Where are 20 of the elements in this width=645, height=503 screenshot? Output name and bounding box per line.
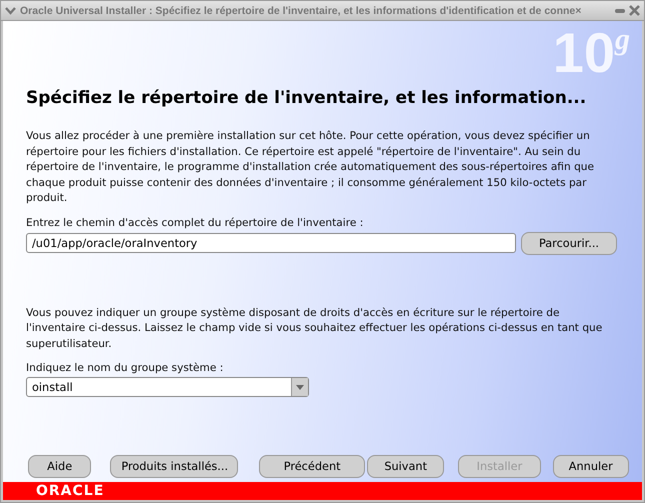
group-note: Vous pouvez indiquer un groupe système disposant de droits d'accès en écriture sur le répertoire de l'inventaire ci-dessus. Laissez le champ vide si vous souhaitez effectuer les opérations ci-dessus en tant que superutilisateur. <box>26 306 604 352</box>
brand-logo: ORACLE <box>36 484 104 498</box>
page-heading: Spécifiez le répertoire de l'inventaire, et les information... <box>26 87 588 109</box>
minimize-icon[interactable] <box>615 8 625 14</box>
version-logo: 10$^{g}$ <box>552 25 630 81</box>
intro-text: Vous allez procéder à une première installation sur cet hôte. Pour cette opération, vous devez spécifier un répertoire pour les fichiers d'installation. Ce répertoire est appelé "répertoire de l'inventaire". Au sein du répertoire de l'inventaire, le programme d'installation crée automatiquement des sous-répertoires afin que chaque produit puisse contenir des données d'inventaire ; il consomme généralement 150 kilo-octets par produit. <box>26 129 596 206</box>
dialog-button[interactable]: Aide <box>28 455 92 478</box>
group-dropdown[interactable]: oinstall <box>26 377 309 397</box>
dialog-button[interactable]: Annuler <box>552 455 629 478</box>
dropdown-arrow-icon <box>296 384 304 390</box>
path-field[interactable]: /u01/app/oracle/oraInventory <box>26 233 516 253</box>
dialog-button[interactable]: Produits installés... <box>110 455 238 478</box>
window-title: Oracle Universal Installer : Spécifiez le répertoire de l'inventaire, et les informations d'identification et de conne× <box>20 4 582 16</box>
chevron-icon[interactable] <box>5 6 16 14</box>
browse-button[interactable]: Parcourir... <box>521 232 617 254</box>
field-label: Indiquez le nom du groupe système : <box>26 362 224 374</box>
field-label: Entrez le chemin d'accès complet du répertoire de l'inventaire : <box>26 216 364 228</box>
close-icon[interactable] <box>629 5 640 16</box>
dialog-button[interactable]: Précédent <box>259 455 365 478</box>
dialog-button[interactable]: Suivant <box>366 455 444 478</box>
